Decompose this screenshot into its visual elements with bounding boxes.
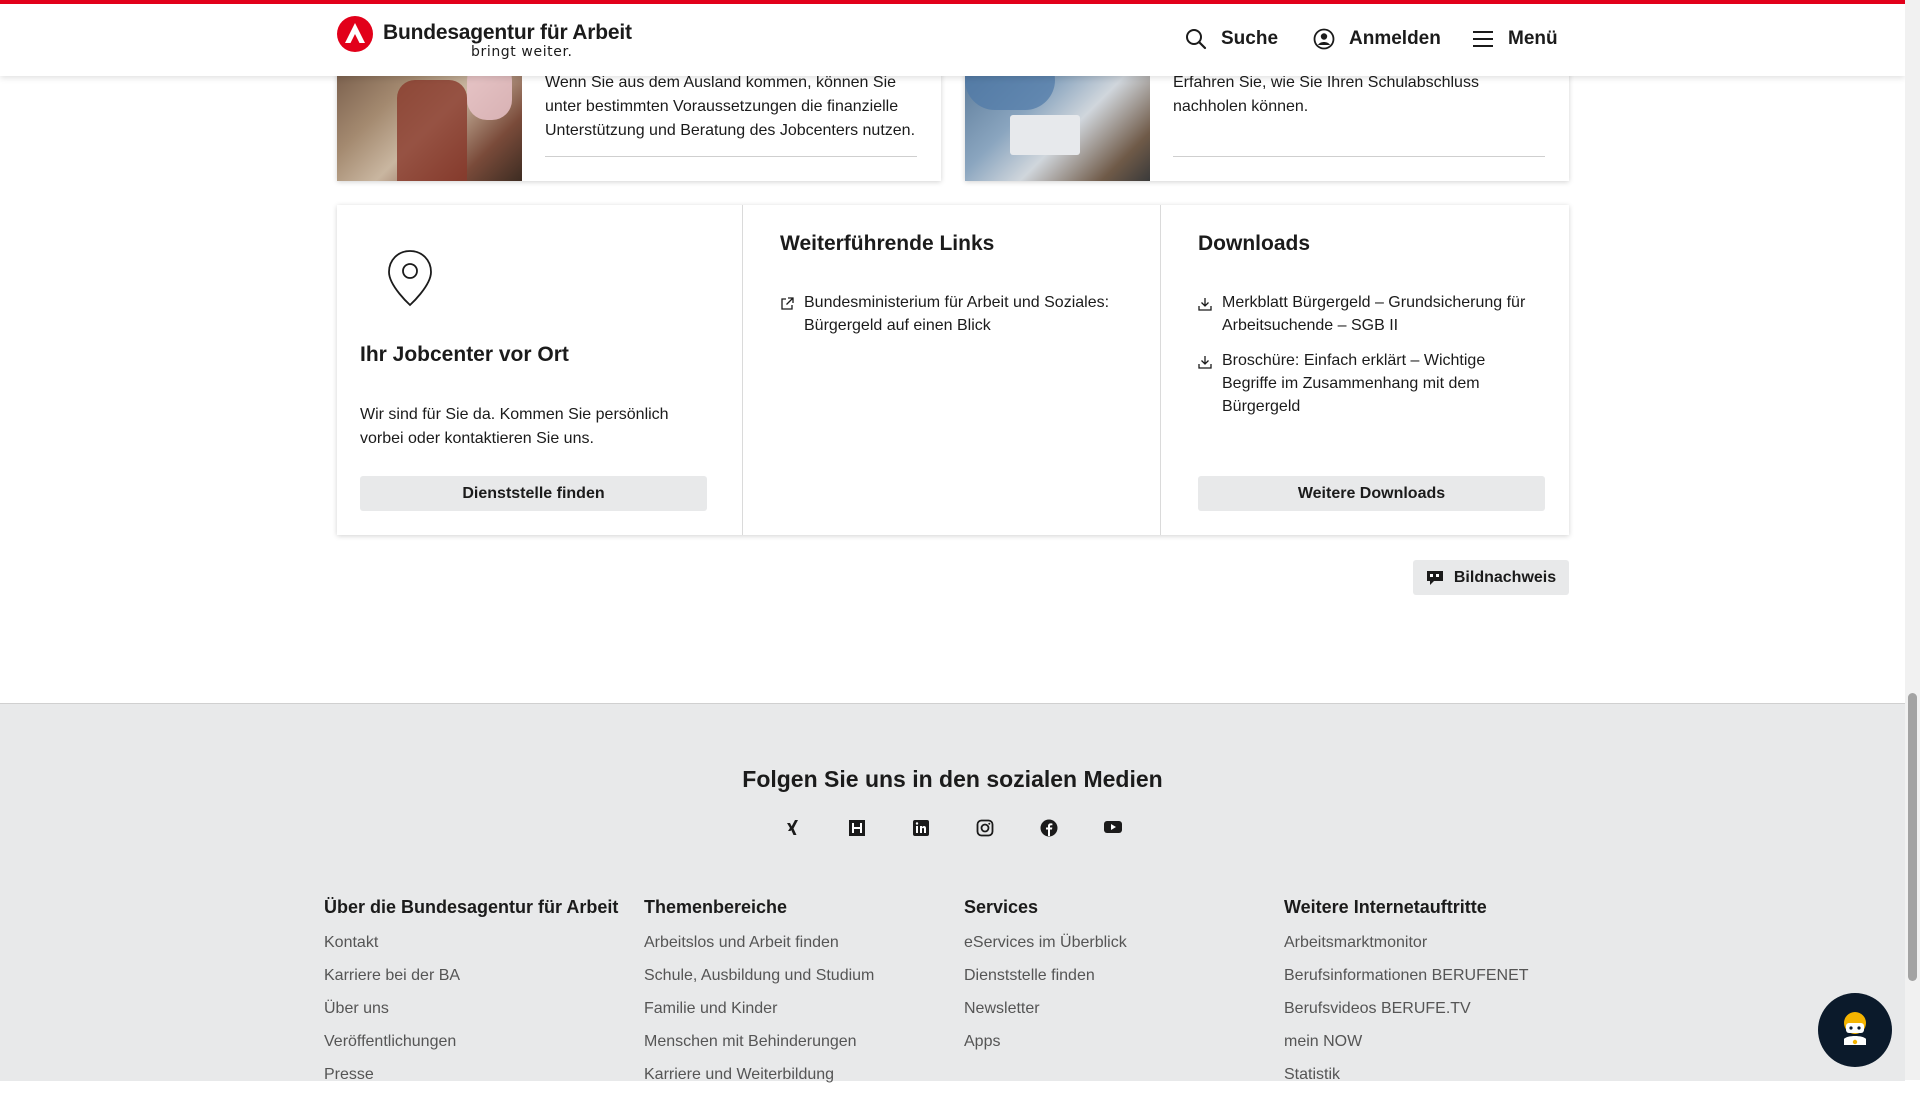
search-icon (1186, 29, 1207, 50)
instagram-icon[interactable] (953, 819, 1017, 837)
brand-top-line (0, 0, 1905, 4)
link-bmas-buergergeld[interactable]: Bundesministerium für Arbeit und Soziale… (780, 291, 1140, 337)
site-footer: Folgen Sie uns in den sozialen Medien Üb… (0, 703, 1905, 1083)
downloads-column: Downloads Merkblatt Bürgergeld – Grundsi… (1160, 205, 1570, 535)
image-credits-icon (1426, 570, 1443, 585)
search-button[interactable]: Suche (1185, 28, 1278, 50)
logo-subtitle: bringt weiter. (471, 44, 573, 60)
divider (545, 156, 917, 157)
jobcenter-title: Ihr Jobcenter vor Ort (360, 343, 569, 366)
footer-link[interactable]: Über uns (324, 999, 618, 1032)
footer-link[interactable]: Apps (964, 1032, 1127, 1065)
site-header: Bundesagentur für Arbeit bringt weiter. … (0, 4, 1905, 76)
menu-icon (1473, 31, 1493, 47)
menu-button[interactable]: Menü (1472, 28, 1558, 50)
logo-title: Bundesagentur für Arbeit (383, 21, 632, 44)
footer-column-about: Über die Bundesagentur für Arbeit Kontak… (324, 897, 618, 1098)
footer-link[interactable]: Arbeitsmarktmonitor (1284, 933, 1529, 966)
location-pin-icon (388, 250, 432, 307)
footer-link[interactable]: Karriere und Weiterbildung (644, 1065, 874, 1098)
footer-link[interactable]: Kontakt (324, 933, 618, 966)
download-merkblatt[interactable]: Merkblatt Bürgergeld – Grundsicherung fü… (1198, 291, 1538, 337)
login-button[interactable]: Anmelden (1313, 28, 1441, 50)
download-icon (1198, 298, 1212, 311)
downloads-title: Downloads (1198, 232, 1311, 255)
footer-link[interactable]: Familie und Kinder (644, 999, 874, 1032)
footer-column-services: Services eServices im Überblick Dienstst… (964, 897, 1127, 1065)
menu-label: Menü (1508, 28, 1558, 49)
find-office-button[interactable]: Dienststelle finden (360, 476, 707, 511)
teaser-text-ausland: Wenn Sie aus dem Ausland kommen, können … (545, 74, 916, 139)
facebook-icon[interactable] (1017, 819, 1081, 837)
links-title: Weiterführende Links (780, 232, 995, 255)
jobcenter-text: Wir sind für Sie da. Kommen Sie persönli… (360, 406, 669, 447)
page-scrollbar[interactable] (1905, 0, 1920, 1080)
footer-link[interactable]: mein NOW (1284, 1032, 1529, 1065)
footer-link[interactable]: Veröffentlichungen (324, 1032, 618, 1065)
info-panel: Ihr Jobcenter vor Ort Wir sind für Sie d… (337, 205, 1569, 535)
linkedin-icon[interactable] (889, 819, 953, 837)
footer-link[interactable]: eServices im Überblick (964, 933, 1127, 966)
footer-column-title: Themenbereiche (644, 897, 788, 917)
jobcenter-column: Ihr Jobcenter vor Ort Wir sind für Sie d… (337, 205, 742, 535)
download-label: Broschüre: Einfach erklärt – Wichtige Be… (1222, 352, 1486, 415)
divider (1173, 156, 1545, 157)
search-label: Suche (1221, 28, 1279, 49)
chatbot-button[interactable] (1818, 993, 1892, 1067)
footer-column-title: Services (964, 897, 1039, 917)
links-column: Weiterführende Links Bundesministerium f… (742, 205, 1161, 535)
footer-column-title: Weitere Internetauftritte (1284, 897, 1487, 917)
teaser-text-schulabschluss: Erfahren Sie, wie Sie Ihren Schulabschlu… (1173, 74, 1479, 115)
download-icon (1198, 356, 1212, 369)
footer-column-topics: Themenbereiche Arbeitslos und Arbeit fin… (644, 897, 874, 1098)
footer-link[interactable]: Menschen mit Behinderungen (644, 1032, 874, 1065)
external-link-icon (781, 297, 794, 310)
footer-column-title: Über die Bundesagentur für Arbeit (324, 897, 619, 917)
xing-icon[interactable] (761, 819, 825, 837)
social-title: Folgen Sie uns in den sozialen Medien (742, 766, 1163, 792)
scrollbar-thumb[interactable] (1908, 693, 1917, 981)
footer-link[interactable]: Berufsinformationen BERUFENET (1284, 966, 1529, 999)
footer-link[interactable]: Statistik (1284, 1065, 1529, 1098)
ba-logo[interactable]: Bundesagentur für Arbeit bringt weiter. (337, 16, 632, 59)
download-broschuere[interactable]: Broschüre: Einfach erklärt – Wichtige Be… (1198, 349, 1508, 418)
image-credits-button[interactable]: Bildnachweis (1413, 560, 1569, 595)
footer-link[interactable]: Schule, Ausbildung und Studium (644, 966, 874, 999)
footer-link[interactable]: Arbeitslos und Arbeit finden (644, 933, 874, 966)
chatbot-icon (1844, 1012, 1866, 1045)
ba-logo-icon (337, 16, 373, 52)
more-downloads-button[interactable]: Weitere Downloads (1198, 476, 1545, 511)
kununu-icon[interactable] (825, 819, 889, 837)
user-icon (1313, 28, 1335, 50)
footer-link[interactable]: Berufsvideos BERUFE.TV (1284, 999, 1529, 1032)
footer-link[interactable]: Presse (324, 1065, 618, 1098)
login-label: Anmelden (1349, 28, 1441, 49)
image-credits-label: Bildnachweis (1453, 568, 1557, 586)
social-icons (0, 819, 1905, 837)
footer-link[interactable]: Newsletter (964, 999, 1127, 1032)
youtube-icon[interactable] (1081, 819, 1145, 837)
footer-link[interactable]: Karriere bei der BA (324, 966, 618, 999)
link-label: Bundesministerium für Arbeit und Soziale… (804, 294, 1110, 334)
footer-link[interactable]: Dienststelle finden (964, 966, 1127, 999)
download-label: Merkblatt Bürgergeld – Grundsicherung fü… (1222, 294, 1526, 334)
footer-column-websites: Weitere Internetauftritte Arbeitsmarktmo… (1284, 897, 1529, 1098)
